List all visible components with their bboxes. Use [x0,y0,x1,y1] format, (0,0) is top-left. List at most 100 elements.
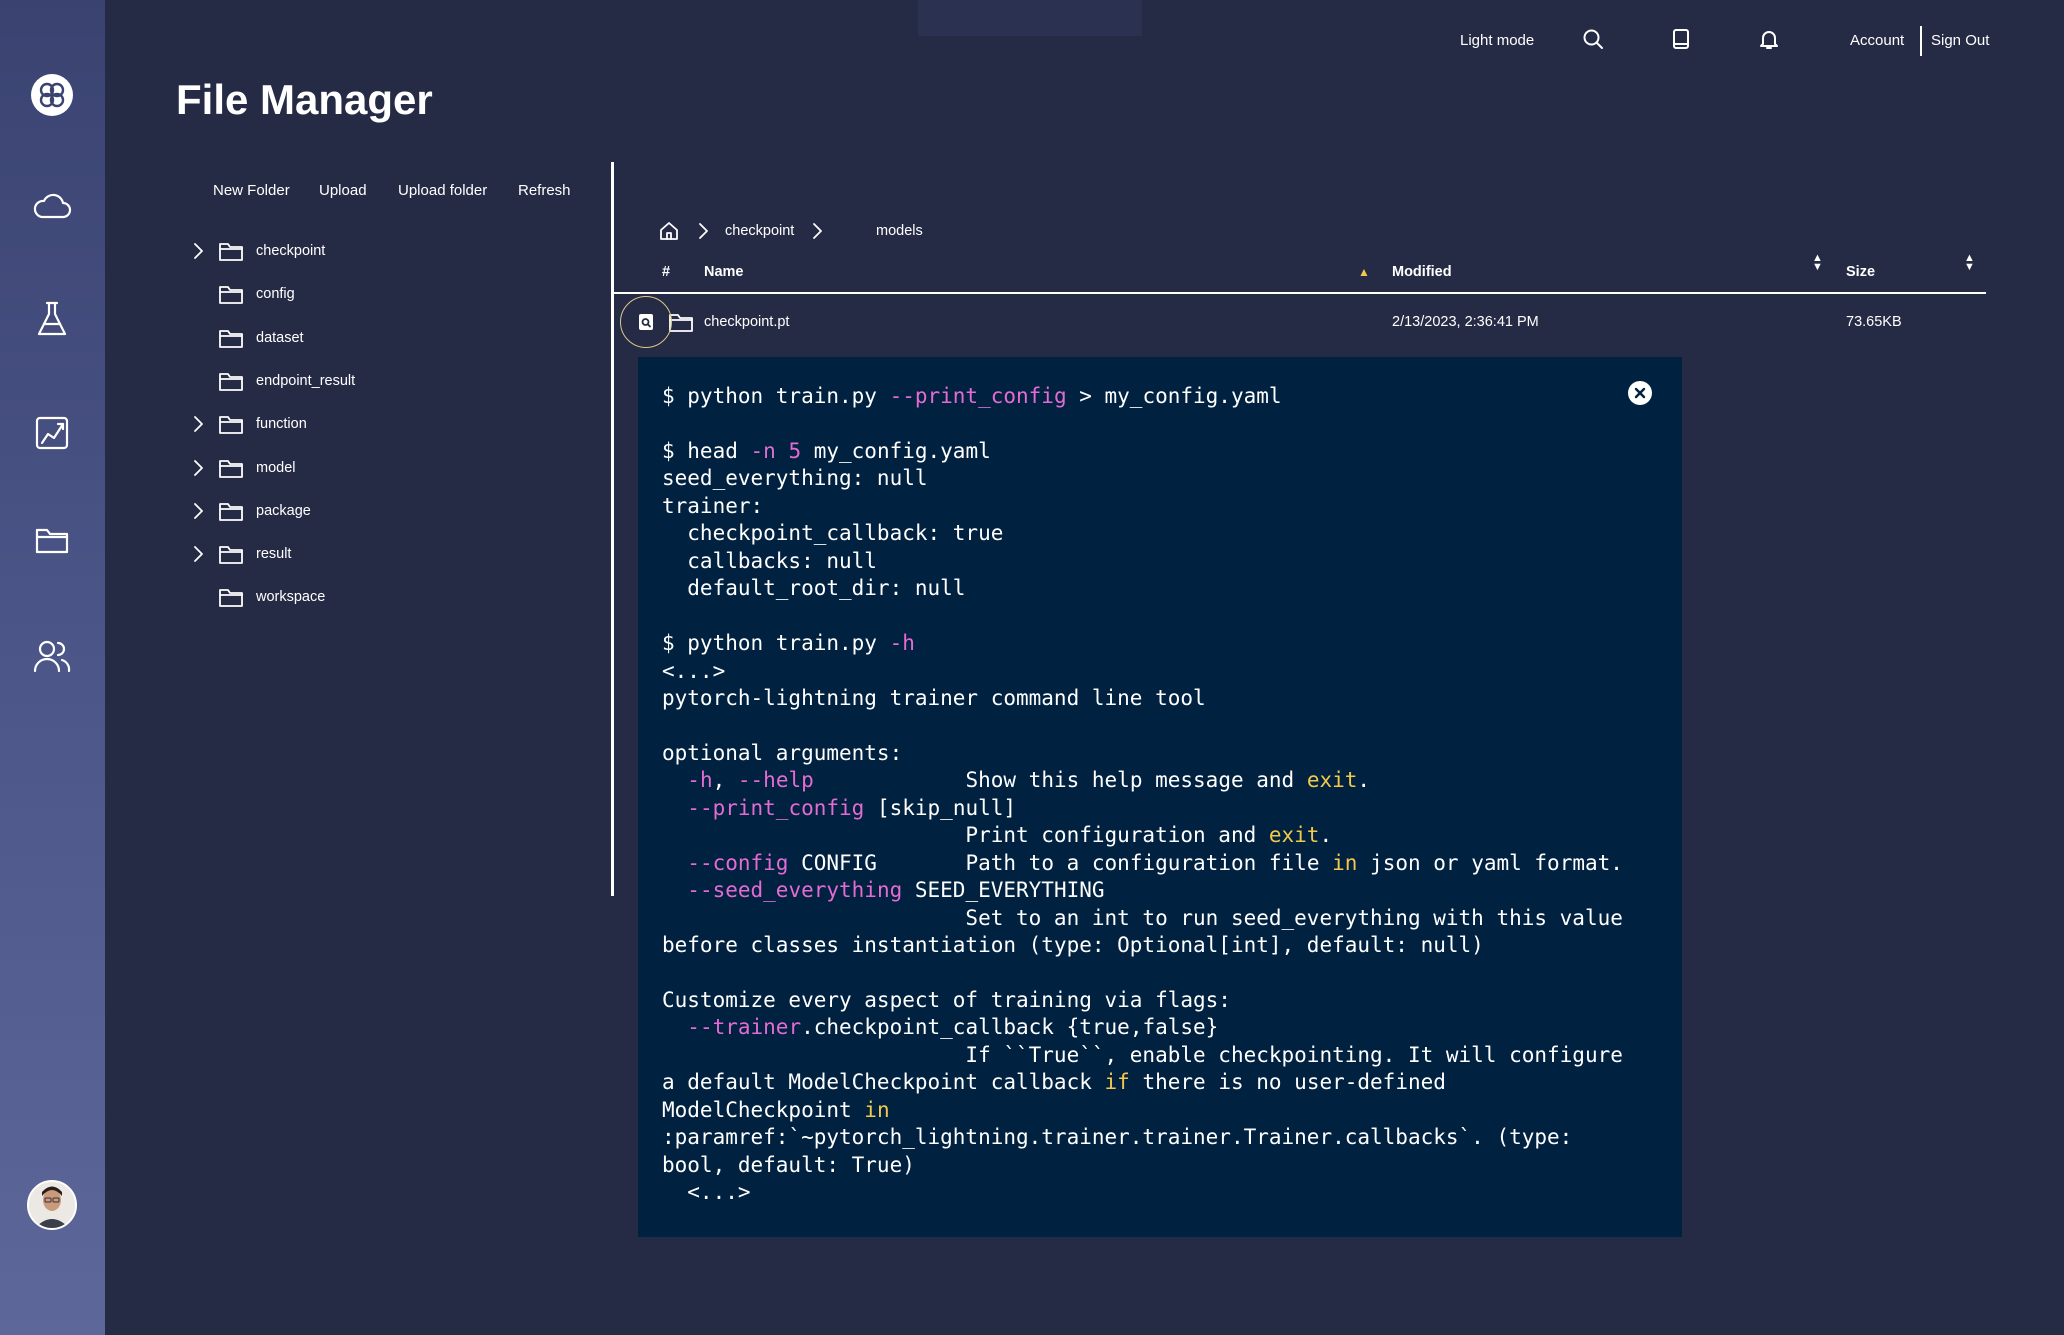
folder-icon [216,453,246,483]
file-name[interactable]: checkpoint.pt [704,296,789,348]
table-row[interactable]: checkpoint.pt 2/13/2023, 2:36:41 PM 73.6… [614,296,1986,348]
folder-icon[interactable] [26,514,78,566]
light-mode-toggle[interactable]: Light mode [1460,26,1534,56]
console-segment: $ python train.py [662,384,890,408]
tree-item-workspace[interactable]: workspace [184,582,564,612]
tree-item-label: package [256,502,311,519]
console-segment [662,768,687,792]
column-index: # [662,264,671,280]
column-size[interactable]: Size [1846,254,1875,290]
folder-icon [216,236,246,266]
preview-icon [639,314,653,330]
folder-icon [216,409,246,439]
close-preview-button[interactable] [1628,381,1652,405]
console-option: -h [687,768,713,793]
chart-icon[interactable] [26,407,78,459]
console-segment: Set to an int to run seed_everything wit… [662,905,1623,930]
console-keyword: exit [1306,768,1358,793]
tree-item-result[interactable]: result [184,539,564,569]
console-option: --print_config [687,795,865,820]
file-table-header: # Name ▲ Modified ▲ ▼ Size ▲ ▼ [614,253,1986,294]
console-segment: there is no user-defined [1129,1070,1446,1095]
tree-item-model[interactable]: model [184,453,564,483]
console-segment: before classes instantiation (type: Opti… [662,933,1484,958]
console-keyword: in [1332,850,1358,875]
console-segment: <...> [662,1180,751,1205]
folder-icon [216,279,246,309]
console-option: --help [737,768,814,793]
tree-item-dataset[interactable]: dataset [184,323,564,353]
console-segment: :paramref:`~pytorch_lightning.trainer.tr… [662,1125,1573,1150]
column-name[interactable]: Name [704,254,744,290]
home-icon[interactable] [658,216,680,246]
tree-item-label: function [256,416,307,433]
logo-icon[interactable] [26,69,78,121]
console-segment [662,851,687,875]
chevron-right-icon[interactable] [184,496,212,526]
new-folder-button[interactable]: New Folder [213,182,290,199]
chevron-right-icon[interactable] [184,236,212,266]
console-segment [662,878,687,902]
sign-out-link[interactable]: Sign Out [1931,26,1989,56]
console-segment: $ python train.py [662,631,890,656]
preview-button[interactable] [620,296,672,348]
tree-item-function[interactable]: function [184,409,564,439]
folder-icon [216,539,246,569]
console-segment: a default ModelCheckpoint callback [662,1070,1105,1095]
tree-item-endpoint-result[interactable]: endpoint_result [184,366,564,396]
tree-item-label: dataset [256,329,304,346]
upload-folder-button[interactable]: Upload folder [398,182,487,199]
console-segment: Print configuration and [662,823,1269,848]
console-segment: bool, default: True) [662,1152,915,1177]
tree-item-label: model [256,459,296,476]
console-keyword: if [1104,1070,1130,1095]
account-link[interactable]: Account [1850,26,1904,56]
console-segment: checkpoint_callback: true [662,521,1004,546]
chevron-right-icon [810,216,824,246]
chevron-right-icon [696,216,710,246]
tree-item-package[interactable]: package [184,496,564,526]
top-bar: Light mode Account Sign Out [0,26,2064,56]
users-icon[interactable] [26,630,78,682]
console-segment: Customize every aspect of training via f… [662,987,1231,1012]
console-segment: , [712,768,738,793]
tree-item-checkpoint[interactable]: checkpoint [184,236,564,266]
avatar[interactable] [27,1180,77,1230]
console-option: --config [687,850,789,875]
chevron-right-icon[interactable] [184,539,212,569]
tree-item-config[interactable]: config [184,279,564,309]
sort-asc-icon[interactable]: ▲ [1358,254,1370,290]
console-segment: CONFIG Path to a configuration file [788,850,1333,875]
bell-icon[interactable] [1759,28,1779,61]
console-segment: ModelCheckpoint [662,1097,865,1122]
chevron-right-icon[interactable] [184,453,212,483]
refresh-button[interactable]: Refresh [518,182,571,199]
file-preview-console[interactable]: $ python train.py --print_config > my_co… [638,357,1682,1237]
search-icon[interactable] [1582,28,1604,61]
book-icon[interactable] [1671,28,1691,61]
console-text: $ python train.py --print_config > my_co… [662,383,1658,1207]
flask-icon[interactable] [26,293,78,345]
chevron-right-icon[interactable] [184,409,212,439]
console-segment: .checkpoint_callback {true,false} [801,1015,1219,1040]
tree-item-label: endpoint_result [256,372,356,389]
console-segment: $ head [662,438,751,463]
console-segment: If ``True``, enable checkpointing. It wi… [662,1042,1623,1067]
breadcrumb-item-checkpoint[interactable]: checkpoint [725,216,794,246]
sort-icon[interactable]: ▲ ▼ [1812,253,1823,290]
upload-button[interactable]: Upload [319,182,367,199]
cloud-icon[interactable] [26,179,78,231]
console-segment: Show this help message and [813,768,1307,793]
column-modified[interactable]: Modified [1392,254,1452,290]
console-segment [662,1015,687,1039]
topbar-divider [1920,26,1922,56]
console-segment: pytorch-lightning trainer command line t… [662,685,1206,710]
breadcrumb-item-models[interactable]: models [876,216,923,246]
console-option: --trainer [687,1015,802,1040]
console-segment: > my_config.yaml [1066,384,1282,408]
sort-icon[interactable]: ▲ ▼ [1964,253,1975,290]
console-keyword: in [864,1097,890,1122]
